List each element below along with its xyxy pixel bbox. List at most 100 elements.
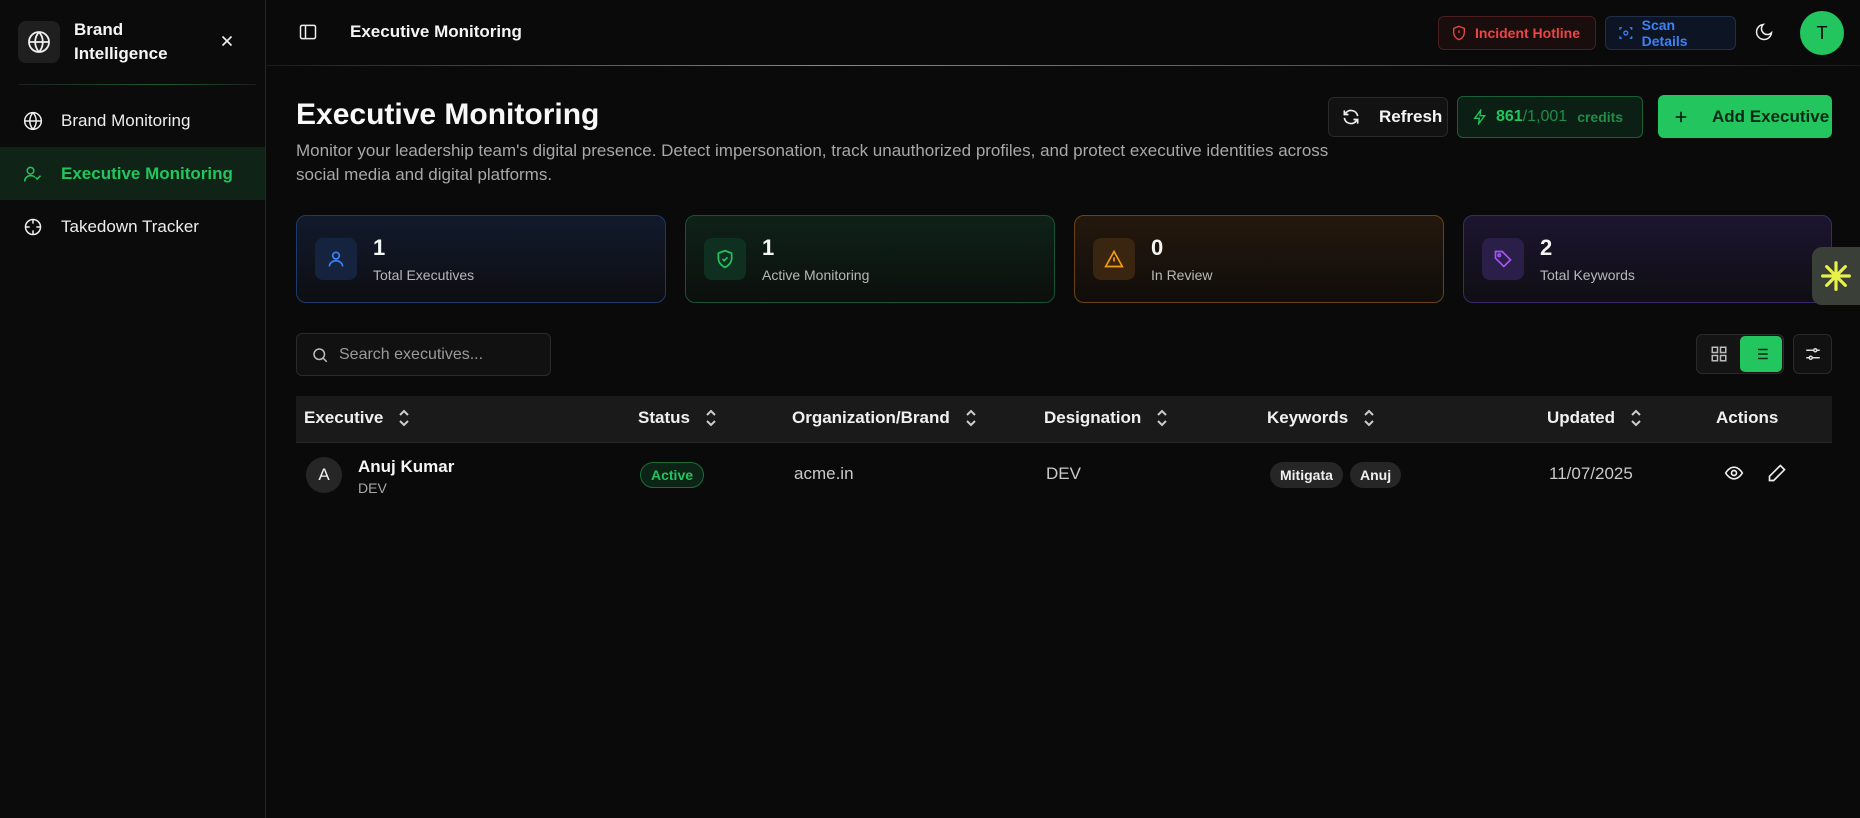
search-box <box>296 333 551 376</box>
globe-icon <box>18 21 60 63</box>
sidebar-item-label: Takedown Tracker <box>61 216 199 236</box>
sort-icon <box>399 409 410 427</box>
column-label: Actions <box>1716 408 1779 427</box>
stat-label: Total Keywords <box>1540 267 1635 283</box>
eye-icon[interactable] <box>1724 463 1744 483</box>
incident-hotline-label: Incident Hotline <box>1475 25 1580 41</box>
grid-icon <box>1711 346 1727 362</box>
incident-hotline-button[interactable]: Incident Hotline <box>1438 16 1596 50</box>
view-toggle <box>1696 334 1784 374</box>
sort-icon <box>1157 409 1168 427</box>
column-label: Organization/Brand <box>792 408 950 427</box>
sidebar-item-label: Brand Monitoring <box>61 110 191 130</box>
executives-table: Executive Status Organization/Brand Desi… <box>296 396 1832 505</box>
column-updated[interactable]: Updated <box>1547 408 1643 428</box>
column-organization[interactable]: Organization/Brand <box>792 408 978 428</box>
refresh-icon <box>1343 109 1359 125</box>
keyword-tag: Mitigata <box>1270 462 1343 488</box>
sidebar: Brand Intelligence Brand Monitoring Exec… <box>0 0 266 818</box>
sidebar-toggle-icon[interactable] <box>298 22 318 42</box>
sidebar-item-executive-monitoring[interactable]: Executive Monitoring <box>0 147 265 200</box>
status-badge: Active <box>640 462 705 488</box>
moon-icon[interactable] <box>1754 22 1774 42</box>
sidebar-item-takedown-tracker[interactable]: Takedown Tracker <box>0 200 265 253</box>
edit-icon[interactable] <box>1767 463 1787 483</box>
credits-total: /1,001 <box>1522 108 1568 125</box>
sidebar-item-label: Executive Monitoring <box>61 163 233 183</box>
sliders-icon <box>1805 348 1820 360</box>
header-divider <box>266 65 1860 66</box>
list-view-button[interactable] <box>1740 336 1782 372</box>
scan-details-label: Scan Details <box>1641 17 1688 49</box>
brand: Brand Intelligence <box>18 20 248 64</box>
stat-card-total-keywords: 2 Total Keywords <box>1463 215 1832 303</box>
stat-card-in-review: 0 In Review <box>1074 215 1444 303</box>
column-status[interactable]: Status <box>638 408 718 428</box>
list-icon <box>1754 348 1768 360</box>
sort-icon <box>966 409 976 427</box>
column-label: Designation <box>1044 408 1142 427</box>
top-header: Executive Monitoring Incident Hotline Sc… <box>266 0 1860 66</box>
stat-card-total-executives: 1 Total Executives <box>296 215 666 303</box>
sort-icon <box>1364 409 1374 427</box>
column-designation[interactable]: Designation <box>1044 408 1169 428</box>
column-label: Keywords <box>1267 408 1349 427</box>
plus-icon <box>1675 111 1687 122</box>
refresh-button[interactable]: Refresh <box>1328 97 1448 137</box>
stat-label: Total Executives <box>373 267 475 283</box>
sidebar-item-brand-monitoring[interactable]: Brand Monitoring <box>0 94 265 147</box>
page-description: Monitor your leadership team's digital p… <box>296 141 1329 184</box>
table-header: Executive Status Organization/Brand Desi… <box>296 396 1832 443</box>
executive-avatar: A <box>306 457 342 493</box>
column-label: Updated <box>1547 408 1615 427</box>
column-keywords[interactable]: Keywords <box>1267 408 1376 428</box>
user-icon <box>315 238 357 280</box>
credits-label: credits <box>1577 109 1624 125</box>
refresh-label: Refresh <box>1379 107 1443 126</box>
stat-label: Active Monitoring <box>762 267 870 283</box>
table-row[interactable]: A Anuj Kumar DEV Active acme.in DEV Miti… <box>296 443 1832 505</box>
user-avatar[interactable]: T <box>1800 11 1844 55</box>
search-icon <box>313 347 328 362</box>
alert-triangle-icon <box>1093 238 1135 280</box>
grid-view-button[interactable] <box>1698 336 1740 372</box>
stat-value: 0 <box>1151 235 1164 260</box>
credits-used: 861 <box>1496 108 1523 125</box>
stat-card-active-monitoring: 1 Active Monitoring <box>685 215 1055 303</box>
stat-value: 1 <box>762 235 775 260</box>
column-label: Executive <box>304 408 384 427</box>
add-executive-button[interactable]: Add Executive <box>1658 95 1832 138</box>
header-title: Executive Monitoring <box>350 22 522 41</box>
divider <box>18 84 256 85</box>
column-actions: Actions <box>1716 408 1778 428</box>
tag-icon <box>1482 238 1524 280</box>
scan-icon <box>1619 27 1633 39</box>
designation-cell: DEV <box>1046 464 1081 483</box>
credits-indicator: 861/1,001 credits <box>1457 96 1643 138</box>
zap-icon <box>1473 109 1486 125</box>
sort-icon <box>1631 409 1641 427</box>
stat-label: In Review <box>1151 267 1213 283</box>
page-title: Executive Monitoring <box>296 98 600 131</box>
keyword-tag: Anuj <box>1350 462 1402 488</box>
executive-name: Anuj Kumar <box>358 457 455 476</box>
organization-cell: acme.in <box>794 464 854 483</box>
add-executive-label: Add Executive <box>1712 106 1830 126</box>
stat-value: 1 <box>373 235 386 260</box>
stat-value: 2 <box>1540 235 1553 260</box>
shield-alert-icon <box>1453 25 1465 41</box>
column-executive[interactable]: Executive <box>304 408 411 428</box>
brand-name: Brand Intelligence <box>74 20 168 63</box>
sidebar-nav: Brand Monitoring Executive Monitoring Ta… <box>0 94 265 253</box>
globe-icon <box>22 110 44 132</box>
filter-button[interactable] <box>1793 334 1832 374</box>
search-input[interactable] <box>339 345 539 364</box>
user-check-icon <box>22 163 44 185</box>
scan-details-button[interactable]: Scan Details <box>1605 16 1736 50</box>
column-label: Status <box>638 408 690 427</box>
asterisk-icon[interactable] <box>1812 247 1860 305</box>
updated-cell: 11/07/2025 <box>1549 464 1633 483</box>
sort-icon <box>706 409 716 427</box>
close-icon[interactable] <box>218 32 236 50</box>
executive-subtitle: DEV <box>358 480 387 496</box>
